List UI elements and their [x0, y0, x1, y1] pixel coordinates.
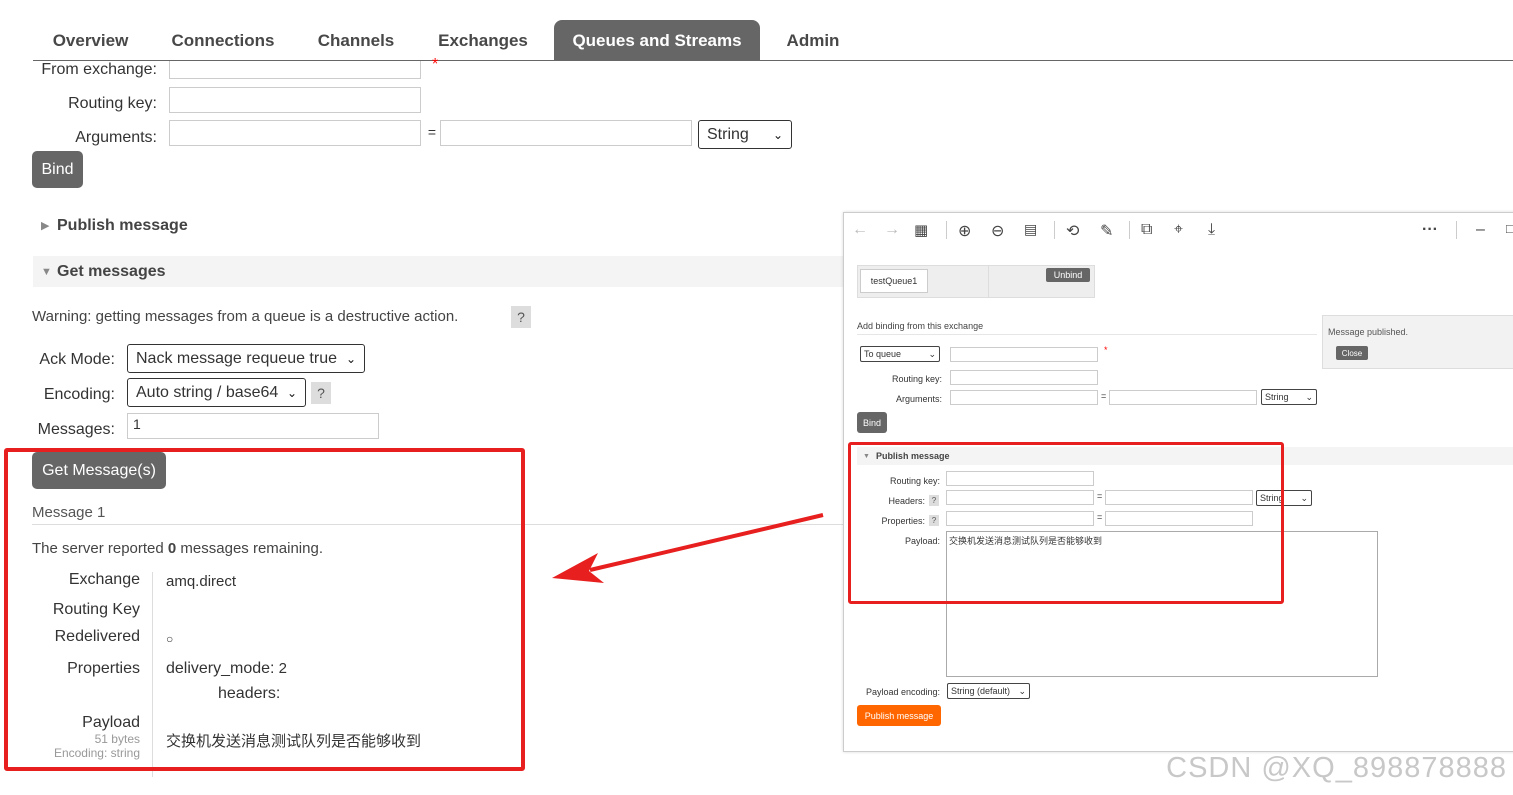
annotation-arrow	[552, 513, 824, 583]
watermark: CSDN @XQ_898878888	[1166, 752, 1507, 784]
arrow-shaft	[589, 513, 824, 572]
